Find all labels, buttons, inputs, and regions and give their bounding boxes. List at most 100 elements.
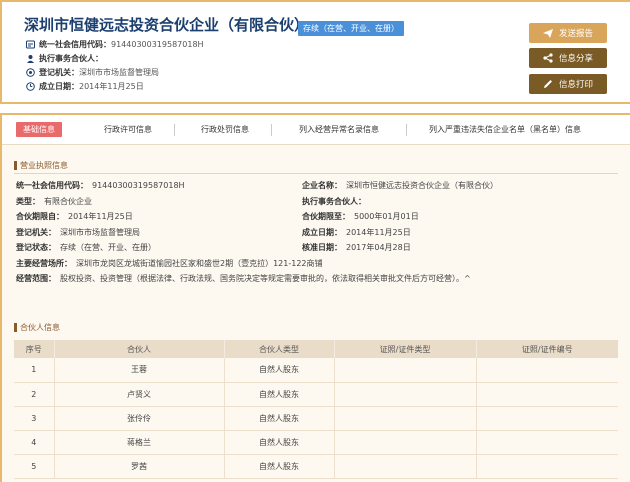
section-divider xyxy=(14,173,618,174)
tab-admin-penalty[interactable]: 行政处罚信息 xyxy=(201,124,249,135)
info-label: 执行事务合伙人： xyxy=(302,197,366,206)
business-license-title-text: 营业执照信息 xyxy=(20,161,68,170)
partner-name: 卢贤义 xyxy=(54,382,225,407)
info-value: 股权投资、投资管理（根据法律、行政法规、国务院决定等规定需要审批的，依法取得相关… xyxy=(60,274,471,283)
info-value: 有限合伙企业 xyxy=(44,197,92,206)
tab-bar: 基础信息 行政许可信息 行政处罚信息 列入经营异常名录信息 列入严重违法失信企业… xyxy=(2,115,630,145)
info-credit-code: 统一社会信用代码： 91440300319587018H xyxy=(16,180,185,191)
cert-type xyxy=(334,430,477,455)
partner-type: 自然人股东 xyxy=(224,382,335,407)
info-label: 登记状态： xyxy=(16,243,56,252)
column-header: 序号 xyxy=(14,340,55,358)
column-header: 证照/证件编号 xyxy=(476,340,618,358)
info-label: 经营范围： xyxy=(16,274,56,283)
person-icon xyxy=(26,54,35,63)
section-marker xyxy=(14,323,17,332)
header-credit-code-label: 统一社会信用代码： xyxy=(39,40,111,49)
info-business-location: 主要经营场所： 深圳市龙岗区龙城街道愉园社区家和盛世2期（壹克拉）121-122商… xyxy=(16,258,323,269)
partner-name: 王蓉 xyxy=(54,358,225,383)
info-approval-date: 核准日期： 2017年04月28日 xyxy=(302,242,411,253)
column-header: 证照/证件类型 xyxy=(334,340,477,358)
header-authority-row: 登记机关： 深圳市市场监督管理局 xyxy=(26,67,159,78)
table-row: 1 王蓉 自然人股东 xyxy=(14,358,618,383)
partner-type: 自然人股东 xyxy=(224,454,335,479)
info-label: 主要经营场所： xyxy=(16,259,72,268)
info-value: 深圳市市场监督管理局 xyxy=(60,228,140,237)
company-header-card: 深圳市恒健远志投资合伙企业（有限合伙） 存续（在营、开业、在册） 统一社会信用代… xyxy=(0,0,630,104)
info-value: 深圳市龙岗区龙城街道愉园社区家和盛世2期（壹克拉）121-122商铺 xyxy=(76,259,323,268)
cert-type xyxy=(334,406,477,431)
share-info-button[interactable]: 信息分享 xyxy=(529,48,607,68)
partner-name: 罗茜 xyxy=(54,454,225,479)
info-term-end: 合伙期限至： 5000年01月01日 xyxy=(302,211,419,222)
info-established-date: 成立日期： 2014年11月25日 xyxy=(302,227,411,238)
credit-code-icon xyxy=(26,40,35,49)
table-row: 5 罗茜 自然人股东 xyxy=(14,454,618,479)
header-credit-code-row: 统一社会信用代码： 91440300319587018H xyxy=(26,39,204,50)
info-value: 2014年11月25日 xyxy=(346,228,411,237)
info-value: 存续（在营、开业、在册） xyxy=(60,243,156,252)
info-label: 合伙期限至： xyxy=(302,212,350,221)
cert-type xyxy=(334,454,477,479)
partner-type: 自然人股东 xyxy=(224,430,335,455)
partner-section-title: 合伙人信息 xyxy=(14,322,60,333)
tab-abnormal-list[interactable]: 列入经营异常名录信息 xyxy=(299,124,379,135)
row-number: 4 xyxy=(14,430,55,455)
tab-divider xyxy=(406,124,407,136)
info-value: 2017年04月28日 xyxy=(346,243,411,252)
table-row: 4 蒋格兰 自然人股东 xyxy=(14,430,618,455)
cert-number xyxy=(476,382,618,407)
info-executive-partner: 执行事务合伙人： xyxy=(302,196,370,207)
tab-basic-info[interactable]: 基础信息 xyxy=(16,122,62,137)
column-header: 合伙人 xyxy=(54,340,225,358)
header-authority-value: 深圳市市场监督管理局 xyxy=(79,68,159,77)
info-label: 登记机关： xyxy=(16,228,56,237)
header-established-value: 2014年11月25日 xyxy=(79,82,144,91)
send-report-button[interactable]: 发送报告 xyxy=(529,23,607,43)
tab-blacklist[interactable]: 列入严重违法失信企业名单（黑名单）信息 xyxy=(429,124,581,135)
section-marker xyxy=(14,161,17,170)
cert-type xyxy=(334,358,477,383)
partner-name: 蒋格兰 xyxy=(54,430,225,455)
cert-type xyxy=(334,382,477,407)
info-label: 成立日期： xyxy=(302,228,342,237)
header-authority-label: 登记机关： xyxy=(39,68,79,77)
row-number: 5 xyxy=(14,454,55,479)
print-info-button[interactable]: 信息打印 xyxy=(529,74,607,94)
share-icon xyxy=(543,53,553,63)
info-label: 统一社会信用代码： xyxy=(16,181,88,190)
pencil-icon xyxy=(543,79,553,89)
header-credit-code-value: 91440300319587018H xyxy=(111,40,204,49)
send-report-label: 发送报告 xyxy=(558,29,593,39)
info-value: 5000年01月01日 xyxy=(354,212,419,221)
partner-type: 自然人股东 xyxy=(224,406,335,431)
header-established-row: 成立日期： 2014年11月25日 xyxy=(26,81,144,92)
header-executive-partner-row: 执行事务合伙人： xyxy=(26,53,103,64)
business-license-section-title: 营业执照信息 xyxy=(14,160,68,171)
info-business-scope: 经营范围： 股权投资、投资管理（根据法律、行政法规、国务院决定等规定需要审批的，依… xyxy=(16,273,471,284)
row-number: 2 xyxy=(14,382,55,407)
row-number: 1 xyxy=(14,358,55,383)
info-label: 企业名称： xyxy=(302,181,342,190)
header-executive-partner-label: 执行事务合伙人： xyxy=(39,54,103,63)
cert-number xyxy=(476,406,618,431)
info-value: 91440300319587018H xyxy=(92,181,185,190)
table-row: 3 张伶伶 自然人股东 xyxy=(14,406,618,431)
tab-divider xyxy=(174,124,175,136)
info-label: 类型： xyxy=(16,197,40,206)
authority-icon xyxy=(26,68,35,77)
info-label: 合伙期限自： xyxy=(16,212,64,221)
tab-admin-license[interactable]: 行政许可信息 xyxy=(104,124,152,135)
info-value: 2014年11月25日 xyxy=(68,212,133,221)
cert-number xyxy=(476,358,618,383)
calendar-icon xyxy=(26,82,35,91)
column-header: 合伙人类型 xyxy=(224,340,335,358)
info-value: 深圳市恒健远志投资合伙企业（有限合伙） xyxy=(346,181,498,190)
partner-type: 自然人股东 xyxy=(224,358,335,383)
info-term-start: 合伙期限自： 2014年11月25日 xyxy=(16,211,133,222)
table-row: 2 卢贤义 自然人股东 xyxy=(14,382,618,407)
row-number: 3 xyxy=(14,406,55,431)
send-icon xyxy=(542,28,553,38)
info-registration-authority: 登记机关： 深圳市市场监督管理局 xyxy=(16,227,140,238)
partner-table: 序号 合伙人 合伙人类型 证照/证件类型 证照/证件编号 1 王蓉 自然人股东 … xyxy=(14,340,618,479)
